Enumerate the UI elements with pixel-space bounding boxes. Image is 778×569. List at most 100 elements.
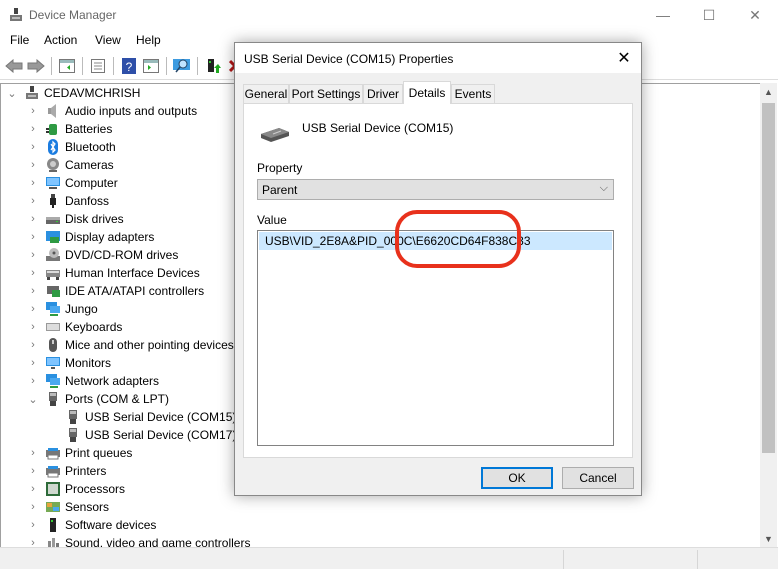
tree-item-sound-video-and-game-controllers[interactable]: › Sound, video and game controllers [27, 534, 250, 547]
tree-item-keyboards[interactable]: › Keyboards [27, 318, 122, 336]
tree-item-mice-and-other-pointing-devices[interactable]: › Mice and other pointing devices [27, 336, 234, 354]
tree-item-print-queues[interactable]: › Print queues [27, 444, 132, 462]
forward-button[interactable] [26, 56, 46, 76]
tree-item-software-devices[interactable]: › Software devices [27, 516, 156, 534]
tree-item-human-interface-devices[interactable]: › Human Interface Devices [27, 264, 200, 282]
chevron-down-icon[interactable]: ⌄ [6, 84, 18, 102]
tree-item-processors[interactable]: › Processors [27, 480, 125, 498]
chevron-right-icon[interactable]: › [27, 372, 39, 390]
dialog-close-button[interactable]: ✕ [611, 45, 637, 71]
maximize-icon: ☐ [702, 6, 716, 23]
tree-item-bluetooth[interactable]: › Bluetooth [27, 138, 116, 156]
tab-label: Port Settings [291, 87, 361, 101]
display-adapter-icon [46, 231, 60, 243]
minimize-button[interactable]: — [640, 0, 686, 30]
chevron-right-icon[interactable]: › [27, 354, 39, 372]
chevron-right-icon[interactable]: › [27, 282, 39, 300]
chevron-right-icon[interactable]: › [27, 210, 39, 228]
tree-item-disk-drives[interactable]: › Disk drives [27, 210, 124, 228]
value-list[interactable]: USB\VID_2E8A&PID_000C\E6620CD64F838C33 [257, 230, 614, 446]
tree-item-printers[interactable]: › Printers [27, 462, 106, 480]
scroll-up-icon[interactable]: ▲ [760, 83, 777, 100]
sensor-icon [46, 502, 60, 512]
value-list-item[interactable]: USB\VID_2E8A&PID_000C\E6620CD64F838C33 [259, 232, 612, 250]
ok-button[interactable]: OK [481, 467, 553, 489]
tree-item-network-adapters[interactable]: › Network adapters [27, 372, 159, 390]
tree-item-jungo[interactable]: › Jungo [27, 300, 98, 318]
toolbar-separator [166, 57, 167, 75]
tree-child-usb-serial-device-com15[interactable]: USB Serial Device (COM15) [47, 408, 236, 426]
tree-item-label: Ports (COM & LPT) [65, 392, 170, 406]
chevron-right-icon[interactable]: › [27, 480, 39, 498]
chevron-down-icon[interactable]: ⌄ [27, 390, 39, 408]
status-separator [563, 550, 564, 569]
tree-item-audio-inputs-and-outputs[interactable]: › Audio inputs and outputs [27, 102, 197, 120]
computer-root-icon [26, 86, 38, 99]
scroll-down-icon[interactable]: ▼ [760, 530, 777, 547]
chevron-right-icon[interactable]: › [27, 462, 39, 480]
chevron-right-icon[interactable]: › [27, 228, 39, 246]
tree-item-computer[interactable]: › Computer [27, 174, 118, 192]
tree-item-label: Printers [65, 464, 107, 478]
tree-item-ports-com-lpt[interactable]: ⌄ Ports (COM & LPT) [27, 390, 169, 408]
tree-item-sensors[interactable]: › Sensors [27, 498, 109, 516]
tree-item-batteries[interactable]: › Batteries [27, 120, 112, 138]
chevron-right-icon[interactable]: › [27, 120, 39, 138]
show-hide-action-pane-button[interactable] [141, 56, 161, 76]
chevron-right-icon[interactable]: › [27, 336, 39, 354]
scan-hardware-button[interactable] [172, 56, 192, 76]
chevron-right-icon[interactable]: › [27, 300, 39, 318]
show-hide-console-tree-button[interactable] [57, 56, 77, 76]
device-manager-icon [10, 8, 22, 21]
tree-item-label: USB Serial Device (COM17) [85, 428, 237, 442]
tree-item-monitors[interactable]: › Monitors [27, 354, 111, 372]
details-panel: USB Serial Device (COM15) Property Paren… [243, 103, 633, 458]
tab-driver[interactable]: Driver [363, 84, 403, 103]
chevron-right-icon[interactable]: › [27, 498, 39, 516]
menu-view[interactable]: View [95, 33, 121, 47]
hid-icon [46, 270, 60, 280]
tree-root-computer[interactable]: ⌄ CEDAVMCHRISH [6, 84, 140, 102]
tree-item-display-adapters[interactable]: › Display adapters [27, 228, 154, 246]
vertical-scrollbar[interactable]: ▲ ▼ [760, 83, 777, 547]
properties-button[interactable] [88, 56, 108, 76]
chevron-right-icon[interactable]: › [27, 516, 39, 534]
tree-child-usb-serial-device-com17[interactable]: USB Serial Device (COM17) [47, 426, 236, 444]
tab-details[interactable]: Details [403, 81, 451, 104]
tab-port-settings[interactable]: Port Settings [289, 84, 363, 103]
help-button[interactable]: ? [119, 56, 139, 76]
property-dropdown[interactable]: Parent ⌵ [257, 179, 614, 200]
chevron-right-icon[interactable]: › [27, 318, 39, 336]
tab-events[interactable]: Events [451, 84, 495, 103]
menu-action[interactable]: Action [44, 33, 77, 47]
tree-item-danfoss[interactable]: › Danfoss [27, 192, 109, 210]
value-label: Value [257, 213, 287, 227]
chevron-right-icon[interactable]: › [27, 138, 39, 156]
chevron-right-icon[interactable]: › [27, 102, 39, 120]
close-button[interactable]: ✕ [732, 0, 778, 30]
scrollbar-thumb[interactable] [762, 103, 775, 453]
bluetooth-icon [48, 139, 58, 155]
tree-item-cameras[interactable]: › Cameras [27, 156, 114, 174]
update-driver-button[interactable] [203, 56, 223, 76]
menu-file[interactable]: File [10, 33, 29, 47]
maximize-button[interactable]: ☐ [686, 0, 732, 30]
chevron-right-icon[interactable]: › [27, 246, 39, 264]
chevron-down-icon: ⌵ [599, 182, 608, 194]
tree-item-label: CEDAVMCHRISH [44, 86, 141, 100]
chevron-right-icon[interactable]: › [27, 174, 39, 192]
tree-item-label: Batteries [65, 122, 113, 136]
chevron-right-icon[interactable]: › [27, 264, 39, 282]
back-button[interactable] [4, 56, 24, 76]
tree-item-ide-ata-atapi-controllers[interactable]: › IDE ATA/ATAPI controllers [27, 282, 204, 300]
tab-general[interactable]: General [243, 84, 289, 103]
keyboard-icon [46, 323, 60, 331]
chevron-right-icon[interactable]: › [27, 444, 39, 462]
chevron-right-icon[interactable]: › [27, 156, 39, 174]
chevron-right-icon[interactable]: › [27, 534, 39, 547]
tree-item-dvd-cd-rom-drives[interactable]: › DVD/CD-ROM drives [27, 246, 178, 264]
menu-help[interactable]: Help [136, 33, 161, 47]
tab-label: General [244, 87, 288, 101]
cancel-button[interactable]: Cancel [562, 467, 634, 489]
chevron-right-icon[interactable]: › [27, 192, 39, 210]
